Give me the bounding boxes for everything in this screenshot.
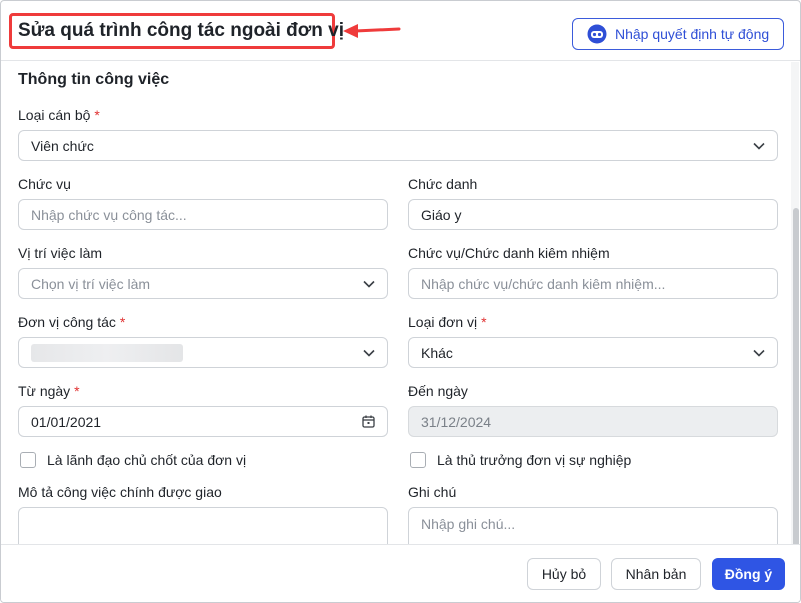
officer-type-select[interactable]: Viên chức	[18, 130, 778, 161]
auto-import-label: Nhập quyết định tự động	[615, 26, 770, 42]
label-unit-type: Loại đơn vị *	[408, 314, 487, 330]
label-officer-type: Loại cán bộ *	[18, 107, 100, 123]
chevron-down-icon	[363, 349, 375, 357]
confirm-button[interactable]: Đồng ý	[712, 558, 785, 590]
calendar-icon[interactable]	[362, 415, 375, 428]
chevron-down-icon	[363, 280, 375, 288]
duplicate-button[interactable]: Nhân bản	[611, 558, 701, 590]
redacted-value	[31, 343, 183, 362]
work-unit-select[interactable]	[18, 337, 388, 368]
label-note: Ghi chú	[408, 484, 457, 500]
required-mark: *	[74, 383, 80, 399]
label-from-date: Từ ngày *	[18, 383, 80, 399]
checkbox-box[interactable]	[410, 452, 426, 468]
key-leader-checkbox[interactable]: Là lãnh đạo chủ chốt của đơn vị	[20, 452, 246, 468]
to-date-input: 31/12/2024	[408, 406, 778, 437]
job-position-select[interactable]: Chọn vị trí việc làm	[18, 268, 388, 299]
title-input[interactable]: Giáo y	[408, 199, 778, 230]
label-title: Chức danh	[408, 176, 478, 192]
position-input[interactable]: Nhập chức vụ công tác...	[18, 199, 388, 230]
label-work-unit: Đơn vị công tác *	[18, 314, 126, 330]
required-mark: *	[94, 107, 100, 123]
auto-import-decision-button[interactable]: Nhập quyết định tự động	[572, 18, 784, 50]
concurrent-role-input[interactable]: Nhập chức vụ/chức danh kiêm nhiệm...	[408, 268, 778, 299]
robot-icon	[587, 24, 607, 44]
dialog-title: Sửa quá trình công tác ngoài đơn vị	[18, 20, 345, 41]
unit-head-checkbox[interactable]: Là thủ trưởng đơn vị sự nghiệp	[410, 452, 631, 468]
label-to-date: Đến ngày	[408, 383, 468, 399]
label-job-description: Mô tả công việc chính được giao	[18, 484, 222, 500]
unit-type-select[interactable]: Khác	[408, 337, 778, 368]
checkbox-box[interactable]	[20, 452, 36, 468]
chevron-down-icon	[753, 142, 765, 150]
label-concurrent-role: Chức vụ/Chức danh kiêm nhiệm	[408, 245, 610, 261]
section-title: Thông tin công việc	[18, 71, 170, 88]
from-date-input[interactable]: 01/01/2021	[18, 406, 388, 437]
required-mark: *	[481, 314, 487, 330]
annotation-arrow-icon	[343, 24, 401, 38]
label-job-position: Vị trí việc làm	[18, 245, 103, 261]
edit-dialog: Sửa quá trình công tác ngoài đơn vị Nhập…	[0, 0, 801, 603]
label-position: Chức vụ	[18, 176, 71, 192]
scrollbar-thumb[interactable]	[793, 208, 799, 548]
required-mark: *	[119, 314, 126, 330]
cancel-button[interactable]: Hủy bỏ	[527, 558, 601, 590]
chevron-down-icon	[753, 349, 765, 357]
officer-type-value: Viên chức	[31, 137, 94, 154]
